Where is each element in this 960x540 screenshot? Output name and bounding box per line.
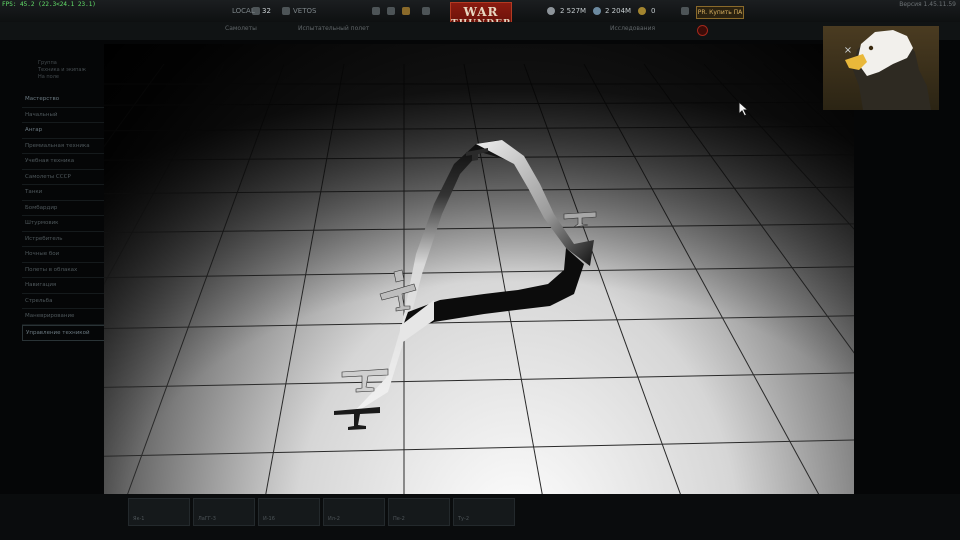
settings-icon[interactable] [422, 7, 430, 15]
vehicle-slot[interactable]: Ту-2 [453, 498, 515, 526]
vehicle-slot-name: ЛаГГ-3 [198, 516, 216, 522]
golden-eagles-value: 0 [651, 7, 656, 15]
vehicle-slot-name: И-16 [263, 516, 275, 522]
vehicle-slot-name: Як-1 [133, 516, 145, 522]
vehicle-slot[interactable]: И-16 [258, 498, 320, 526]
list-item[interactable]: Танки [22, 185, 108, 201]
list-item[interactable]: Премиальная техника [22, 139, 108, 154]
silver-lions-icon [547, 7, 555, 15]
rank-value: 32 [262, 7, 271, 15]
list-item[interactable]: Ночные бои [22, 247, 108, 263]
close-icon[interactable]: × [842, 45, 854, 57]
vehicle-slot[interactable]: ЛаГГ-3 [193, 498, 255, 526]
list-item[interactable]: Штурмовик [22, 216, 108, 232]
level-label: LOCAL [232, 7, 255, 15]
premium-button[interactable]: PR. Купить ПА [696, 6, 744, 19]
list-item[interactable]: Навигация [22, 278, 108, 294]
list-item[interactable]: Мастерство [22, 92, 108, 108]
record-icon[interactable] [697, 25, 708, 36]
logo-word-war: WAR [463, 5, 499, 19]
list-item[interactable]: Бомбардир [22, 201, 108, 216]
shop-icon[interactable] [681, 7, 689, 15]
rank-label: VETOS [293, 7, 317, 15]
list-item[interactable]: Учебная техника [22, 154, 108, 170]
note-line: На поле [38, 74, 60, 80]
silver-lions-value: 2 527М [560, 7, 587, 15]
tab-research[interactable]: Исследования [610, 25, 655, 32]
list-item[interactable]: Стрельба [22, 294, 108, 309]
vehicle-slot-name: Ту-2 [458, 516, 469, 522]
friends-icon[interactable] [387, 7, 395, 15]
list-item[interactable]: Управление техникой [22, 324, 108, 341]
vehicle-slot[interactable]: Як-1 [128, 498, 190, 526]
note-line: Группа [38, 60, 57, 66]
list-item[interactable]: Самолеты СССР [22, 170, 108, 185]
mode-tab-bar [0, 22, 960, 40]
vehicle-slot[interactable]: Ил-2 [323, 498, 385, 526]
version-label: Версия 1.45.11.59 [899, 1, 956, 8]
vehicle-slot-name: Пе-2 [393, 516, 405, 522]
vehicle-slot-name: Ил-2 [328, 516, 340, 522]
list-item[interactable]: Истребитель [22, 232, 108, 247]
note-line: Техника и экипаж [38, 67, 86, 73]
research-points-value: 2 204М [605, 7, 632, 15]
left-menu-list: Мастерство Начальный Ангар Премиальная т… [22, 92, 108, 341]
left-notes: Группа Техника и экипаж На поле [38, 60, 86, 81]
mail-icon[interactable] [402, 7, 410, 15]
list-item[interactable]: Ангар [22, 123, 108, 139]
fps-counter: FPS: 45.2 (22.3<24.1 23.1) [2, 1, 96, 8]
eagle-portrait-icon [823, 26, 939, 110]
mouse-pointer-icon [738, 100, 750, 121]
list-item[interactable]: Маневрирование [22, 309, 108, 325]
profile-icon[interactable] [372, 7, 380, 15]
tab-test-flight[interactable]: Испытательный полет [298, 25, 369, 32]
list-item[interactable]: Полеты в облаках [22, 263, 108, 278]
tab-aircraft[interactable]: Самолеты [225, 25, 257, 32]
list-item[interactable]: Начальный [22, 108, 108, 123]
vehicle-slot[interactable]: Пе-2 [388, 498, 450, 526]
golden-eagle-icon [638, 7, 646, 15]
badge-icon [282, 7, 290, 15]
research-points-icon [593, 7, 601, 15]
